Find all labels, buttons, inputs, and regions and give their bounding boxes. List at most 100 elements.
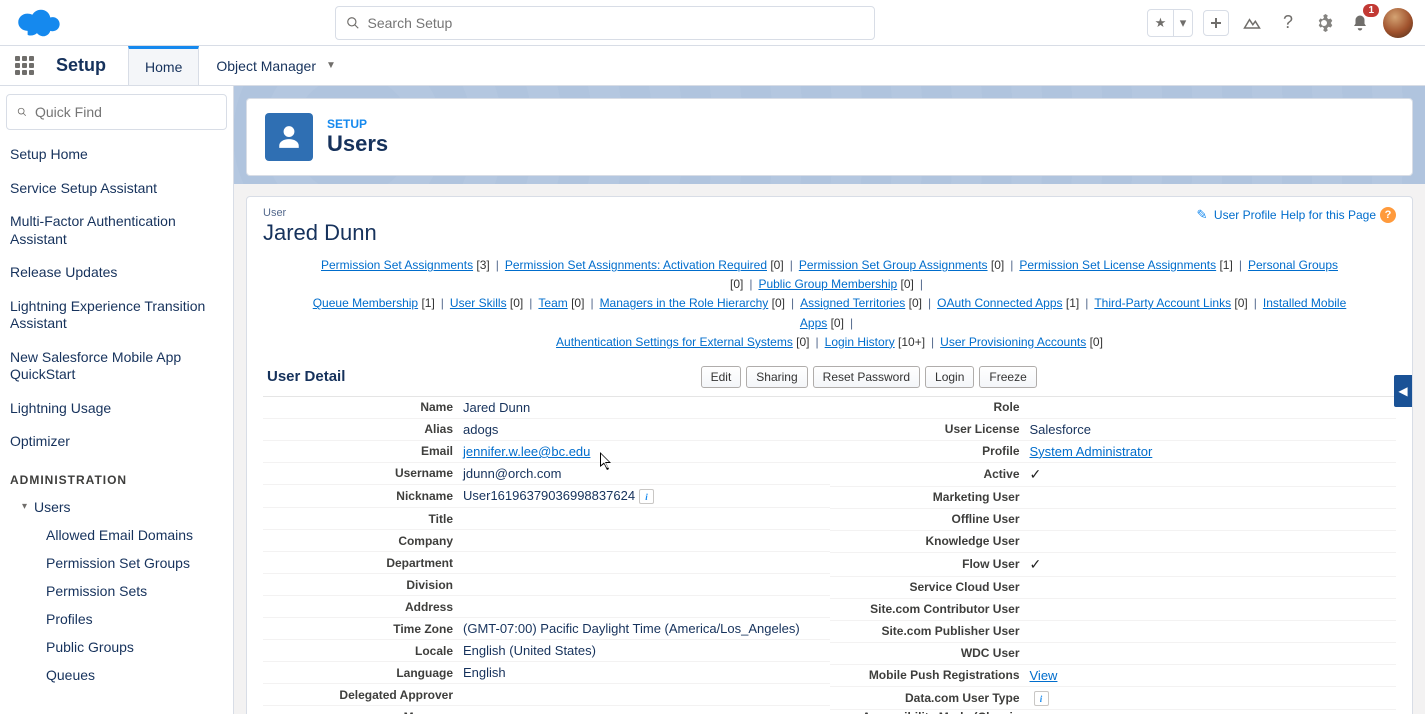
field-label: Division xyxy=(263,578,463,592)
sidebar-item[interactable]: Multi-Factor Authentication Assistant xyxy=(0,205,233,256)
field-label: Nickname xyxy=(263,489,463,503)
sidebar-item[interactable]: Release Updates xyxy=(0,256,233,290)
field-label: Service Cloud User xyxy=(830,580,1030,594)
field-label: Active xyxy=(830,467,1030,481)
quick-find-input[interactable] xyxy=(35,104,216,120)
avatar[interactable] xyxy=(1383,8,1413,38)
notifications-icon[interactable]: 1 xyxy=(1347,10,1373,36)
related-link[interactable]: User Skills xyxy=(450,296,507,310)
related-link[interactable]: OAuth Connected Apps xyxy=(937,296,1062,310)
detail-row: Knowledge User xyxy=(830,531,1397,553)
detail-row: Title xyxy=(263,508,830,530)
detail-row: NicknameUser16196379036998837624i xyxy=(263,485,830,509)
related-count: [0] xyxy=(905,296,922,310)
quick-find[interactable] xyxy=(6,94,227,130)
chevron-down-icon[interactable]: ▾ xyxy=(1174,10,1192,36)
detail-row: Active✓ xyxy=(830,463,1397,487)
sidebar-subitem[interactable]: Permission Sets xyxy=(0,577,233,605)
separator: | xyxy=(529,296,532,310)
field-value: jdunn@orch.com xyxy=(463,463,830,484)
field-label: Alias xyxy=(263,422,463,436)
field-label: Email xyxy=(263,444,463,458)
related-link[interactable]: Permission Set Assignments xyxy=(321,258,473,272)
related-link[interactable]: Public Group Membership xyxy=(758,277,897,291)
sidebar-item[interactable]: Lightning Experience Transition Assistan… xyxy=(0,290,233,341)
separator: | xyxy=(1010,258,1013,272)
freeze-button[interactable]: Freeze xyxy=(979,366,1036,388)
field-value xyxy=(463,604,830,610)
help-link[interactable]: ✎ User ProfileHelp for this Page ? xyxy=(1194,207,1396,223)
reset-password-button[interactable]: Reset Password xyxy=(813,366,920,388)
checkbox-empty-icon xyxy=(1030,602,1042,614)
field-link[interactable]: jennifer.w.lee@bc.edu xyxy=(463,444,590,459)
related-count: [0] xyxy=(568,296,585,310)
sidebar-item[interactable]: Service Setup Assistant xyxy=(0,172,233,206)
sidebar-subitem[interactable]: Permission Set Groups xyxy=(0,549,233,577)
related-link[interactable]: Authentication Settings for External Sys… xyxy=(556,335,793,349)
related-link[interactable]: User Provisioning Accounts xyxy=(940,335,1086,349)
collapse-handle[interactable]: ◀ xyxy=(1394,375,1412,407)
page-banner: SETUP Users xyxy=(246,98,1413,176)
checkbox-empty-icon xyxy=(1030,580,1042,592)
related-link[interactable]: Managers in the Role Hierarchy xyxy=(600,296,769,310)
related-link[interactable]: Permission Set Group Assignments xyxy=(799,258,988,272)
detail-row: Time Zone(GMT-07:00) Pacific Daylight Ti… xyxy=(263,618,830,640)
sidebar-subitem[interactable]: Queues xyxy=(0,661,233,689)
field-value: English (United States) xyxy=(463,640,830,661)
detail-action-buttons: EditSharing Reset PasswordLoginFreeze xyxy=(345,366,1392,388)
field-link[interactable]: System Administrator xyxy=(1030,444,1153,459)
info-icon[interactable]: i xyxy=(639,489,654,504)
sidebar-item[interactable]: New Salesforce Mobile App QuickStart xyxy=(0,341,233,392)
sidebar-item[interactable]: Optimizer xyxy=(0,425,233,459)
tab-home[interactable]: Home xyxy=(128,46,199,85)
help-icon: ? xyxy=(1380,207,1396,223)
edit-button[interactable]: Edit xyxy=(701,366,742,388)
notification-badge: 1 xyxy=(1363,4,1379,17)
favorites-menu[interactable]: ★ ▾ xyxy=(1147,9,1193,37)
tab-object-manager[interactable]: Object Manager▼ xyxy=(199,46,353,85)
sidebar-tree-users[interactable]: ▾ Users xyxy=(0,493,233,521)
field-label: Data.com User Type xyxy=(830,691,1030,705)
related-link[interactable]: Personal Groups xyxy=(1248,258,1338,272)
field-label: Knowledge User xyxy=(830,534,1030,548)
sidebar-item[interactable]: Setup Home xyxy=(0,138,233,172)
field-label: Profile xyxy=(830,444,1030,458)
sidebar-subitem[interactable]: Profiles xyxy=(0,605,233,633)
global-search[interactable] xyxy=(335,6,875,40)
trailhead-icon[interactable] xyxy=(1239,10,1265,36)
related-count: [0] xyxy=(827,316,844,330)
separator: | xyxy=(590,296,593,310)
checkbox-empty-icon xyxy=(1030,512,1042,524)
sharing-button[interactable]: Sharing xyxy=(746,366,807,388)
gear-icon[interactable] xyxy=(1311,10,1337,36)
info-icon[interactable]: i xyxy=(1034,691,1049,706)
related-count: [0] xyxy=(730,277,743,291)
field-label: Role xyxy=(830,400,1030,414)
detail-row: Offline User xyxy=(830,509,1397,531)
separator: | xyxy=(790,258,793,272)
related-link[interactable]: Assigned Territories xyxy=(800,296,905,310)
detail-row: User LicenseSalesforce xyxy=(830,419,1397,441)
related-link[interactable]: Permission Set License Assignments xyxy=(1019,258,1216,272)
sidebar-item[interactable]: Lightning Usage xyxy=(0,392,233,426)
salesforce-logo[interactable] xyxy=(12,6,62,40)
sidebar-subitem[interactable]: Public Groups xyxy=(0,633,233,661)
related-count: [0] xyxy=(897,277,914,291)
field-label: Accessibility Mode (Classic Only) xyxy=(830,710,1030,714)
separator: | xyxy=(850,316,853,330)
related-link[interactable]: Login History xyxy=(825,335,895,349)
field-link[interactable]: View xyxy=(1030,668,1058,683)
sidebar-subitem[interactable]: Allowed Email Domains xyxy=(0,521,233,549)
global-search-input[interactable] xyxy=(368,15,864,31)
star-icon[interactable]: ★ xyxy=(1148,10,1174,36)
add-icon[interactable] xyxy=(1203,10,1229,36)
related-link[interactable]: Team xyxy=(538,296,567,310)
related-link[interactable]: Permission Set Assignments: Activation R… xyxy=(505,258,767,272)
help-icon[interactable]: ? xyxy=(1275,10,1301,36)
related-link[interactable]: Queue Membership xyxy=(313,296,418,310)
detail-row: Flow User✓ xyxy=(830,553,1397,577)
app-launcher-icon[interactable] xyxy=(10,52,38,80)
related-link[interactable]: Third-Party Account Links xyxy=(1094,296,1231,310)
detail-row: NameJared Dunn xyxy=(263,397,830,419)
login-button[interactable]: Login xyxy=(925,366,974,388)
